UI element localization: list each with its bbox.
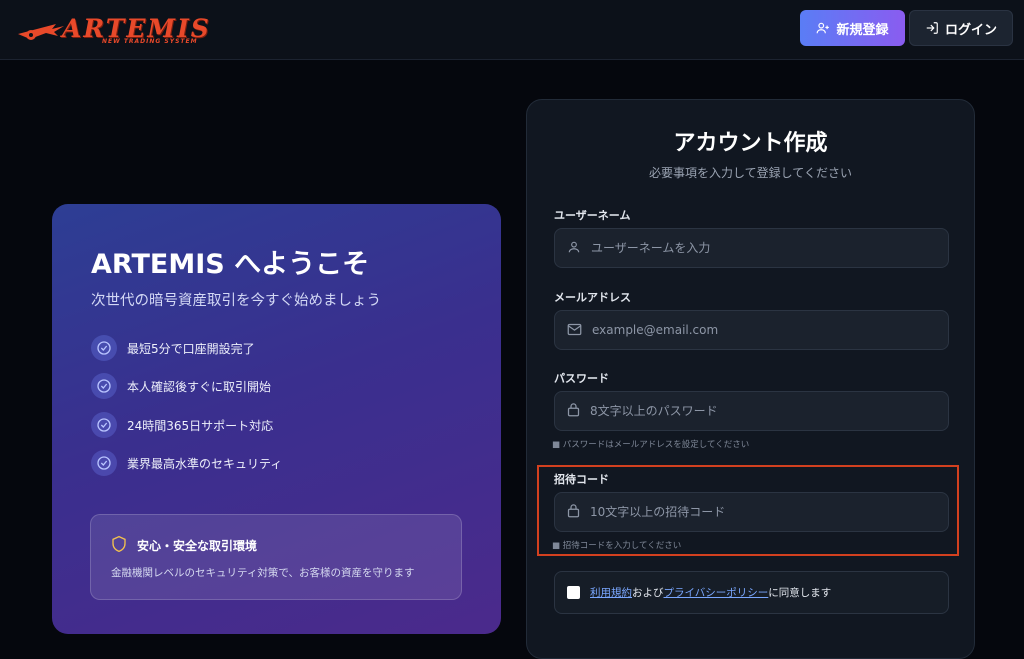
email-input[interactable]: [592, 323, 922, 337]
brand-tagline: NEW TRADING SYSTEM: [102, 38, 198, 45]
user-plus-icon: [816, 21, 830, 35]
terms-suffix: に同意します: [768, 587, 832, 599]
security-heading: 安心・安全な取引環境: [111, 535, 257, 556]
invite-code-hint: ■ 招待コードを入力してください: [552, 541, 682, 551]
password-hint: ■ パスワードはメールアドレスを設定してください: [552, 440, 750, 450]
check-circle-icon: [91, 450, 117, 476]
register-label: 新規登録: [836, 22, 889, 38]
terms-and: および: [632, 587, 664, 599]
top-header: ARTEMIS NEW TRADING SYSTEM 新規登録 ログイン: [0, 0, 1024, 60]
password-label: パスワード: [554, 372, 609, 385]
invite-code-input[interactable]: [590, 505, 920, 519]
form-title: アカウント作成: [673, 131, 828, 156]
login-button[interactable]: ログイン: [909, 10, 1013, 46]
feature-item: 24時間365日サポート対応: [91, 412, 273, 438]
password-field[interactable]: [554, 391, 949, 431]
lock-icon: [567, 402, 580, 421]
check-circle-icon: [91, 335, 117, 361]
form-subtitle: 必要事項を入力して登録してください: [649, 166, 852, 180]
arrow-logo-icon: [18, 24, 64, 40]
username-input[interactable]: [591, 241, 921, 255]
welcome-card: ARTEMIS へようこそ 次世代の暗号資産取引を今すぐ始めましょう 最短5分で…: [52, 204, 501, 634]
email-label: メールアドレス: [554, 291, 631, 304]
login-icon: [925, 21, 939, 35]
register-button[interactable]: 新規登録: [800, 10, 905, 46]
feature-label: 本人確認後すぐに取引開始: [127, 379, 272, 394]
check-circle-icon: [91, 412, 117, 438]
invite-code-label: 招待コード: [554, 473, 609, 486]
username-label: ユーザーネーム: [554, 209, 631, 222]
welcome-title: ARTEMIS へようこそ: [91, 249, 370, 280]
shield-icon: [111, 535, 127, 556]
security-info-box: 安心・安全な取引環境 金融機関レベルのセキュリティ対策で、お客様の資産を守ります: [90, 514, 462, 600]
terms-link[interactable]: 利用規約: [590, 587, 632, 599]
email-field[interactable]: [554, 310, 949, 350]
welcome-subtitle: 次世代の暗号資産取引を今すぐ始めましょう: [91, 293, 381, 309]
terms-checkbox[interactable]: [567, 586, 580, 599]
login-label: ログイン: [944, 22, 997, 38]
feature-label: 24時間365日サポート対応: [127, 418, 274, 433]
user-icon: [567, 239, 581, 258]
artemis-logo[interactable]: ARTEMIS NEW TRADING SYSTEM: [16, 12, 209, 48]
mail-icon: [567, 321, 582, 340]
feature-label: 最短5分で口座開設完了: [127, 341, 255, 356]
terms-agreement: 利用規約およびプライバシーポリシーに同意します: [554, 571, 949, 614]
feature-item: 業界最高水準のセキュリティ: [91, 450, 282, 476]
password-input[interactable]: [590, 404, 920, 418]
feature-label: 業界最高水準のセキュリティ: [127, 456, 283, 471]
privacy-policy-link[interactable]: プライバシーポリシー: [664, 587, 769, 599]
terms-text: 利用規約およびプライバシーポリシーに同意します: [590, 585, 831, 600]
signup-form-card: アカウント作成 必要事項を入力して登録してください ユーザーネーム メールアドレ…: [526, 99, 975, 659]
check-circle-icon: [91, 373, 117, 399]
lock-icon: [567, 503, 580, 522]
username-field[interactable]: [554, 228, 949, 268]
invite-code-field[interactable]: [554, 492, 949, 532]
security-title: 安心・安全な取引環境: [137, 539, 258, 553]
feature-item: 最短5分で口座開設完了: [91, 335, 255, 361]
feature-item: 本人確認後すぐに取引開始: [91, 373, 271, 399]
security-text: 金融機関レベルのセキュリティ対策で、お客様の資産を守ります: [111, 567, 415, 579]
